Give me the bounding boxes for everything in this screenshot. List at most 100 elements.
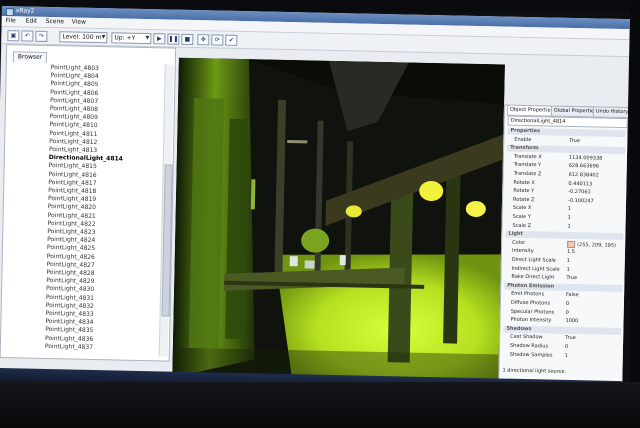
stop-icon[interactable]: ■ bbox=[181, 33, 194, 46]
property-value-text: 1 bbox=[566, 266, 570, 273]
property-key: Emit Photons bbox=[511, 291, 545, 298]
property-value-text: 1 bbox=[567, 214, 571, 221]
property-value[interactable]: 0.440113 bbox=[568, 180, 592, 187]
property-value[interactable]: 0 bbox=[566, 301, 569, 308]
property-value[interactable]: True bbox=[566, 275, 577, 282]
menu-view[interactable]: View bbox=[72, 18, 86, 25]
redo-icon[interactable]: ↷ bbox=[35, 30, 48, 42]
3d-viewport[interactable] bbox=[172, 57, 505, 385]
property-key: Photon Emission bbox=[507, 282, 555, 290]
property-value[interactable]: 1 bbox=[567, 223, 570, 230]
property-key: Shadow Samples bbox=[509, 351, 553, 359]
property-key: Rotate Y bbox=[513, 187, 535, 195]
browser-panel: Browser PointLight_4803 PointLight_4804 Po… bbox=[0, 44, 177, 362]
property-key: Intensity bbox=[511, 248, 534, 255]
property-value-text: (255, 209, 195) bbox=[577, 241, 617, 249]
property-key: Bake Direct Light bbox=[511, 273, 555, 281]
level-combo[interactable]: Level: 100 m ▼ bbox=[59, 31, 108, 44]
property-value[interactable]: (255, 209, 195) bbox=[567, 240, 617, 250]
move-tool-icon[interactable]: ✥ bbox=[197, 34, 210, 46]
property-value-text: 628.663696 bbox=[568, 163, 600, 170]
property-value-text: 1 bbox=[566, 257, 571, 264]
property-value-text: True bbox=[566, 275, 578, 282]
property-value[interactable]: 1 bbox=[568, 215, 571, 222]
tab-undo-history[interactable]: Undo History bbox=[592, 106, 630, 119]
up-axis-combo[interactable]: Up: +Y ▼ bbox=[111, 32, 152, 45]
scene-tree: PointLight_4803 PointLight_4804 PointLight… bbox=[7, 61, 165, 354]
property-value[interactable]: 0 bbox=[566, 309, 569, 316]
chevron-down-icon: ▼ bbox=[101, 34, 106, 41]
chevron-down-icon: ▼ bbox=[145, 35, 150, 42]
property-key: Properties bbox=[510, 127, 541, 135]
property-value[interactable]: 1 bbox=[567, 258, 570, 265]
menu-edit[interactable]: Edit bbox=[26, 18, 38, 25]
rotate-tool-icon[interactable]: ⟳ bbox=[211, 34, 224, 46]
property-key: Photon Intensity bbox=[510, 316, 552, 324]
property-key: Enable bbox=[514, 136, 532, 143]
property-value-text: -0.100247 bbox=[567, 197, 594, 205]
property-key: Shadows bbox=[506, 325, 532, 332]
scrollbar-thumb[interactable] bbox=[161, 164, 173, 317]
menu-scene[interactable]: Scene bbox=[46, 18, 64, 25]
property-value[interactable]: 0 bbox=[565, 344, 568, 351]
tree-item[interactable]: PointLight_4837 bbox=[45, 343, 93, 352]
property-value[interactable]: 1.5 bbox=[567, 249, 575, 256]
status-text: 1 directional light source. bbox=[502, 367, 567, 375]
menu-file[interactable]: File bbox=[6, 17, 16, 24]
property-key: Color bbox=[512, 239, 526, 246]
open-icon[interactable]: ▣ bbox=[7, 30, 20, 42]
property-key: Scale Y bbox=[512, 213, 531, 221]
property-key: Diffuse Photons bbox=[510, 299, 551, 307]
property-value-text: 0.440113 bbox=[568, 180, 593, 187]
property-row: Shadow Samples 1 bbox=[503, 351, 621, 360]
property-value[interactable]: False bbox=[566, 292, 579, 299]
property-key: Specular Photons bbox=[510, 308, 555, 316]
property-value-text: False bbox=[566, 292, 579, 299]
app-window: xRay2 File Edit Scene View ▣ ↶ ↷ Level: … bbox=[0, 6, 630, 398]
property-value-text: 1134.009338 bbox=[568, 154, 603, 162]
up-axis-combo-value: Up: +Y bbox=[114, 34, 136, 42]
monitor-bezel-bottom bbox=[0, 382, 640, 428]
property-value[interactable]: 628.663696 bbox=[569, 163, 599, 171]
property-value[interactable]: 1 bbox=[568, 206, 571, 213]
property-value[interactable]: 1000 bbox=[565, 318, 578, 325]
property-key: Light bbox=[508, 230, 523, 238]
property-key: Translate Y bbox=[513, 162, 542, 169]
property-value-text: 1.5 bbox=[566, 249, 575, 256]
property-value-text: 1 bbox=[564, 352, 569, 359]
window-title: xRay2 bbox=[15, 7, 35, 15]
property-value[interactable]: True bbox=[565, 335, 576, 342]
property-value[interactable]: -0.100247 bbox=[568, 198, 594, 206]
pause-icon[interactable]: ❚❚ bbox=[167, 33, 180, 45]
check-icon[interactable]: ✔ bbox=[225, 34, 238, 46]
property-value-text: 0 bbox=[565, 309, 569, 316]
property-value-text: 612.838402 bbox=[568, 171, 599, 179]
property-key: Scale Z bbox=[512, 222, 532, 229]
property-value[interactable]: 1134.009338 bbox=[569, 155, 603, 163]
property-value[interactable]: -0.27061 bbox=[568, 189, 591, 196]
property-value-text: 1 bbox=[567, 223, 571, 230]
property-key: Direct Light Scale bbox=[511, 256, 556, 264]
property-key: Rotate X bbox=[513, 179, 535, 186]
property-value-text: 0 bbox=[564, 343, 569, 350]
monitor-bezel-right bbox=[630, 0, 640, 428]
property-value-text: 1 bbox=[567, 206, 572, 213]
property-key: Translate X bbox=[513, 153, 542, 161]
property-value[interactable]: 612.838402 bbox=[569, 172, 599, 180]
property-value[interactable]: True bbox=[569, 138, 580, 145]
node-name-field[interactable]: DirectionalLight_4814 bbox=[507, 115, 628, 129]
property-value[interactable]: 1 bbox=[565, 352, 568, 359]
property-value-text: -0.27061 bbox=[568, 189, 591, 196]
property-key: Rotate Z bbox=[512, 196, 535, 203]
property-value-text: 0 bbox=[565, 300, 570, 307]
property-key: Transform bbox=[510, 144, 539, 152]
app-icon bbox=[5, 8, 14, 17]
color-swatch[interactable] bbox=[567, 240, 576, 248]
property-key: Scale X bbox=[512, 205, 532, 212]
property-value[interactable]: 1 bbox=[567, 266, 570, 273]
level-combo-value: Level: 100 m bbox=[62, 33, 102, 42]
property-key: Translate Z bbox=[513, 170, 542, 178]
play-icon[interactable]: ▶ bbox=[153, 33, 166, 45]
properties-panel: Object Properties Global Properties Undo… bbox=[498, 104, 630, 392]
undo-icon[interactable]: ↶ bbox=[21, 30, 34, 42]
